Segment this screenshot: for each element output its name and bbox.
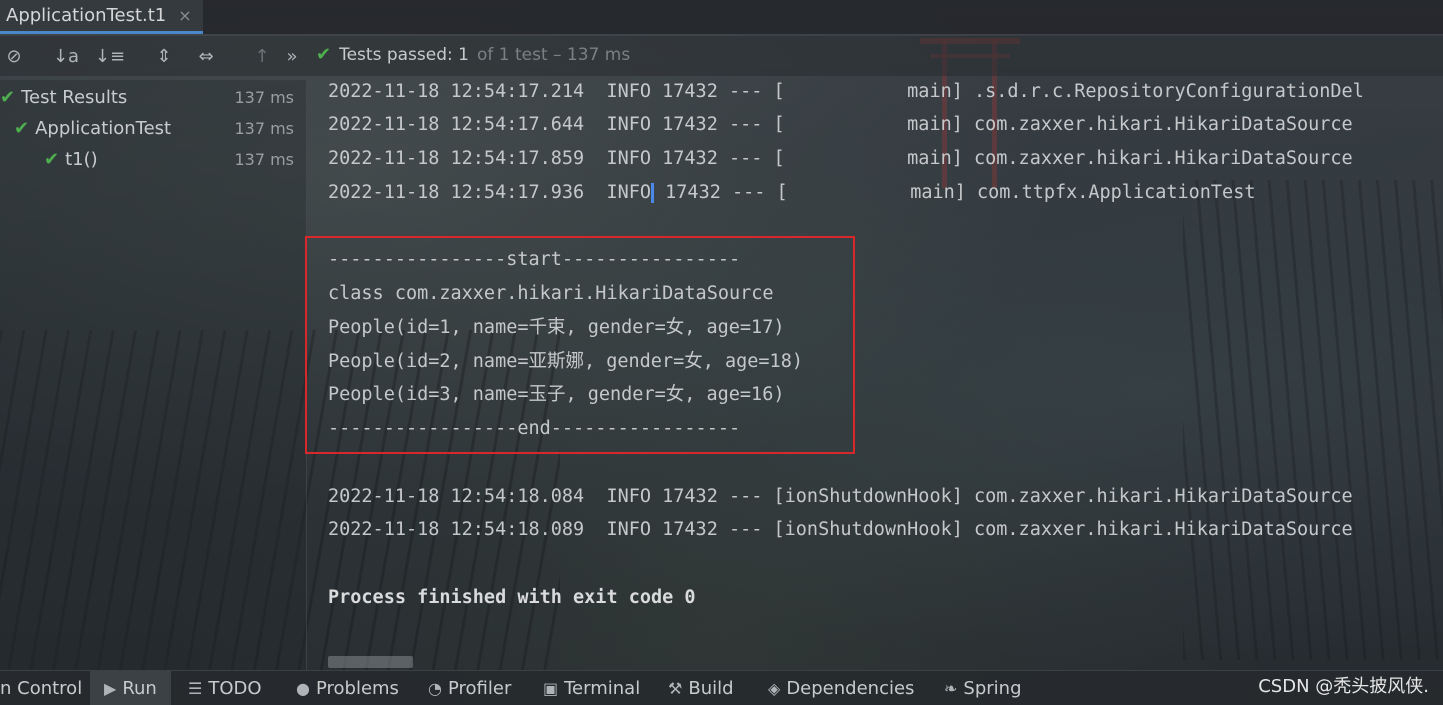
- tool-label: Terminal: [564, 677, 641, 699]
- console-line: 2022-11-18 12:54:17.644 INFO 17432 --- […: [328, 114, 1353, 135]
- tree-item-t1[interactable]: ✔ t1() 137 ms: [44, 146, 300, 172]
- tree-item-time: 137 ms: [234, 118, 294, 138]
- tool-label: TODO: [208, 677, 262, 699]
- test-toolbar: ⊘ ↓a ↓≡ ⇕ ⇔ ↑ »: [0, 36, 1443, 76]
- tests-passed-text: Tests passed: 1: [339, 44, 469, 65]
- run-tab-bar: ApplicationTest.t1 ×: [0, 0, 1443, 35]
- check-icon: ✔: [316, 44, 332, 65]
- check-icon: ✔: [14, 117, 30, 139]
- console-line: 2022-11-18 12:54:18.084 INFO 17432 --- […: [328, 486, 1353, 507]
- tree-item-label: t1(): [65, 148, 98, 170]
- tool-label: Run: [122, 677, 157, 699]
- console-line-part: 2022-11-18 12:54:17.936 INFO: [328, 182, 652, 203]
- highlight-box: [305, 236, 855, 454]
- tool-run[interactable]: ▶ Run: [90, 671, 171, 705]
- profiler-icon: ◔: [428, 678, 442, 698]
- process-finished-line: Process finished with exit code 0: [328, 587, 696, 608]
- spring-leaf-icon: ❧: [944, 678, 958, 698]
- stop-icon[interactable]: ⊘: [0, 42, 28, 70]
- tool-problems[interactable]: ● Problems: [296, 671, 399, 705]
- tool-profiler[interactable]: ◔ Profiler: [428, 671, 511, 705]
- tab-title: ApplicationTest.t1: [6, 5, 167, 26]
- tool-terminal[interactable]: ▣ Terminal: [543, 671, 640, 705]
- sort-by-duration-icon[interactable]: ↓≡: [95, 42, 125, 70]
- console-line: 2022-11-18 12:54:18.089 INFO 17432 --- […: [328, 519, 1353, 540]
- check-icon: ✔: [44, 148, 60, 170]
- tool-todo[interactable]: ☰ TODO: [188, 671, 262, 705]
- tree-item-label: Test Results: [21, 86, 128, 108]
- hammer-icon: ⚒: [668, 678, 683, 698]
- tool-spring[interactable]: ❧ Spring: [944, 671, 1022, 705]
- tree-item-time: 137 ms: [234, 149, 294, 169]
- dependencies-icon: ◈: [768, 678, 781, 698]
- check-icon: ✔: [0, 86, 16, 108]
- expand-all-icon[interactable]: ⇕: [150, 42, 178, 70]
- tool-label: Dependencies: [786, 677, 915, 699]
- tool-version-control[interactable]: n Control: [0, 671, 82, 705]
- tool-window-bar: n Control ▶ Run ☰ TODO ● Problems ◔ Prof…: [0, 670, 1443, 705]
- terminal-icon: ▣: [543, 678, 559, 698]
- collapse-all-icon[interactable]: ⇔: [192, 42, 220, 70]
- console-line-part: 17432 --- [ main] com.ttpfx.ApplicationT…: [654, 182, 1256, 203]
- list-icon: ☰: [188, 678, 203, 698]
- tool-label: Profiler: [447, 677, 512, 699]
- tool-build[interactable]: ⚒ Build: [668, 671, 734, 705]
- console-line: 2022-11-18 12:54:17.936 INFO 17432 --- […: [328, 181, 1255, 205]
- horizontal-scrollbar[interactable]: [328, 656, 413, 668]
- close-icon[interactable]: ×: [178, 6, 191, 25]
- tree-item-time: 137 ms: [234, 87, 294, 107]
- tool-label: Spring: [963, 677, 1022, 699]
- tool-label: n Control: [0, 677, 83, 699]
- run-icon: ▶: [104, 678, 117, 698]
- console-line: 2022-11-18 12:54:17.214 INFO 17432 --- […: [328, 81, 1364, 102]
- previous-failed-icon[interactable]: ↑: [248, 42, 276, 70]
- tree-item-label: ApplicationTest: [35, 117, 172, 139]
- tests-status: ✔ Tests passed: 1 of 1 test – 137 ms: [316, 44, 630, 65]
- csdn-watermark: CSDN @秃头披风侠.: [1258, 676, 1429, 697]
- tool-label: Build: [688, 677, 734, 699]
- problems-icon: ●: [296, 678, 310, 698]
- test-results-tree: ✔ Test Results 137 ms ✔ ApplicationTest …: [0, 80, 307, 670]
- tree-item-test-results[interactable]: ✔ Test Results 137 ms: [0, 84, 300, 110]
- sort-alphabetically-icon[interactable]: ↓a: [52, 42, 80, 70]
- more-actions-icon[interactable]: »: [278, 42, 306, 70]
- tool-label: Problems: [315, 677, 399, 699]
- tool-dependencies[interactable]: ◈ Dependencies: [768, 671, 914, 705]
- console-line: 2022-11-18 12:54:17.859 INFO 17432 --- […: [328, 148, 1353, 169]
- tab-application-test[interactable]: ApplicationTest.t1 ×: [0, 0, 203, 34]
- tree-item-application-test[interactable]: ✔ ApplicationTest 137 ms: [14, 115, 300, 141]
- tests-detail-text: of 1 test – 137 ms: [476, 44, 631, 65]
